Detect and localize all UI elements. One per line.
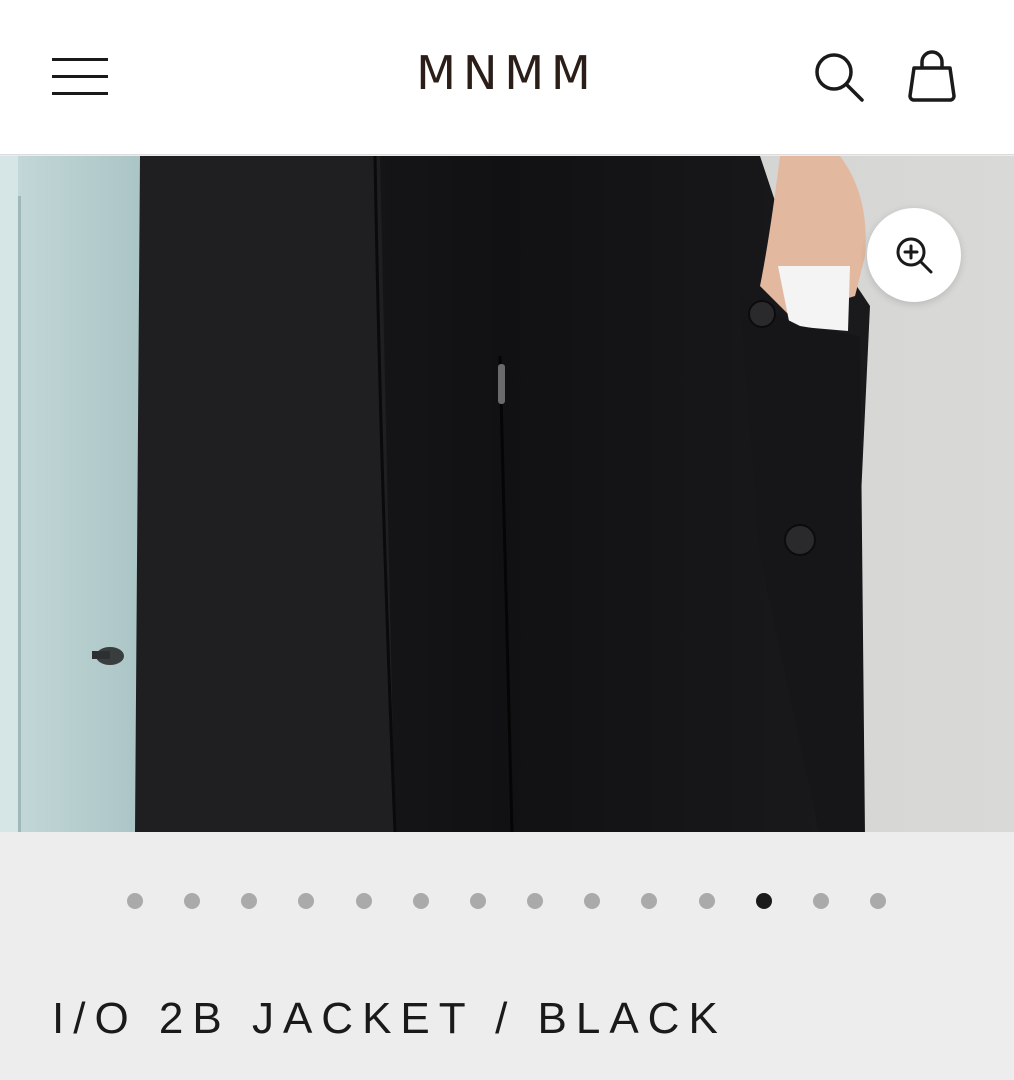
search-icon [815, 53, 864, 102]
cart-button[interactable] [904, 48, 960, 104]
menu-button[interactable] [52, 56, 110, 96]
pagination-dot[interactable] [127, 893, 143, 909]
site-logo[interactable]: MNMM [307, 46, 707, 100]
pagination-dot[interactable] [184, 893, 200, 909]
pagination-dot[interactable] [527, 893, 543, 909]
pagination-dot[interactable] [813, 893, 829, 909]
pagination-dot[interactable] [870, 893, 886, 909]
pagination-dot[interactable] [699, 893, 715, 909]
search-button[interactable] [812, 50, 866, 104]
pagination-dot[interactable] [641, 893, 657, 909]
pagination-dot[interactable] [241, 893, 257, 909]
pagination-dot[interactable] [756, 893, 772, 909]
pagination-dot[interactable] [470, 893, 486, 909]
pagination-dot[interactable] [584, 893, 600, 909]
hamburger-menu-icon [52, 58, 108, 61]
pagination-dot[interactable] [413, 893, 429, 909]
pagination-dot[interactable] [356, 893, 372, 909]
zoom-button[interactable] [867, 208, 961, 302]
hamburger-line [52, 92, 108, 95]
shopping-bag-icon [908, 50, 956, 102]
gallery-pagination [0, 893, 1014, 911]
site-header: MNMM [0, 0, 1014, 155]
product-title: I/O 2B JACKET / BLACK [52, 994, 727, 1043]
hamburger-line [52, 75, 108, 78]
zoom-in-icon [896, 237, 933, 274]
pagination-dot[interactable] [298, 893, 314, 909]
product-image[interactable] [0, 156, 1014, 832]
product-photo-jacket [0, 156, 1014, 832]
